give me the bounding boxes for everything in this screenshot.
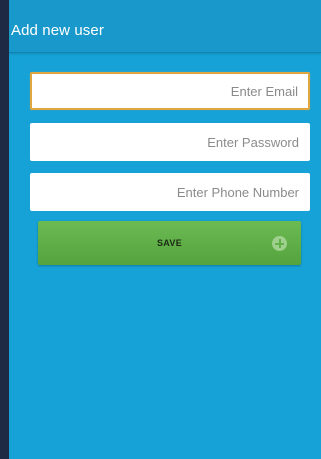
password-field[interactable] <box>30 123 310 161</box>
action-bar: Add new user <box>9 0 321 53</box>
phone-number-field[interactable] <box>30 173 310 211</box>
plus-circle-icon <box>272 236 287 251</box>
save-button[interactable]: SAVE <box>38 221 301 265</box>
app-screen: Add new user SAVE <box>9 0 321 459</box>
email-field[interactable] <box>30 72 310 110</box>
page-title: Add new user <box>11 22 104 39</box>
save-button-label: SAVE <box>156 238 183 248</box>
